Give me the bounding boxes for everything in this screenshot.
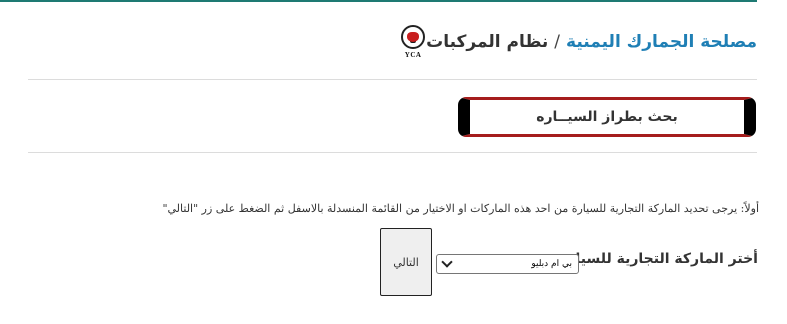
logo-text: YCA bbox=[404, 51, 422, 59]
instructions-text: أولاً: يرجى تحديد الماركة التجارية للسيا… bbox=[162, 202, 759, 215]
search-by-model-label: بحث بطراز السيــاره bbox=[536, 109, 678, 125]
top-accent-rule bbox=[0, 0, 757, 2]
chevron-down-icon bbox=[441, 256, 453, 268]
breadcrumb-org-link[interactable]: مصلحة الجمارك اليمنية bbox=[566, 32, 757, 52]
next-button[interactable]: التالي bbox=[380, 228, 432, 296]
divider bbox=[28, 152, 757, 153]
eagle-emblem-icon bbox=[401, 25, 426, 49]
search-by-model-tab[interactable]: بحث بطراز السيــاره bbox=[458, 97, 756, 137]
breadcrumb-current: نظام المركبات bbox=[426, 32, 549, 52]
page-header: YCA مصلحة الجمارك اليمنية / نظام المركبا… bbox=[388, 22, 757, 62]
brand-select-value: بي ام دبليو bbox=[531, 259, 572, 269]
breadcrumb-separator: / bbox=[554, 32, 561, 52]
brand-select-label: أختر الماركة التجارية للسيارة: bbox=[553, 251, 758, 267]
brand-select[interactable]: بي ام دبليو bbox=[436, 254, 579, 274]
yca-logo: YCA bbox=[400, 25, 426, 59]
divider bbox=[28, 79, 757, 80]
breadcrumb: مصلحة الجمارك اليمنية / نظام المركبات bbox=[426, 32, 757, 52]
